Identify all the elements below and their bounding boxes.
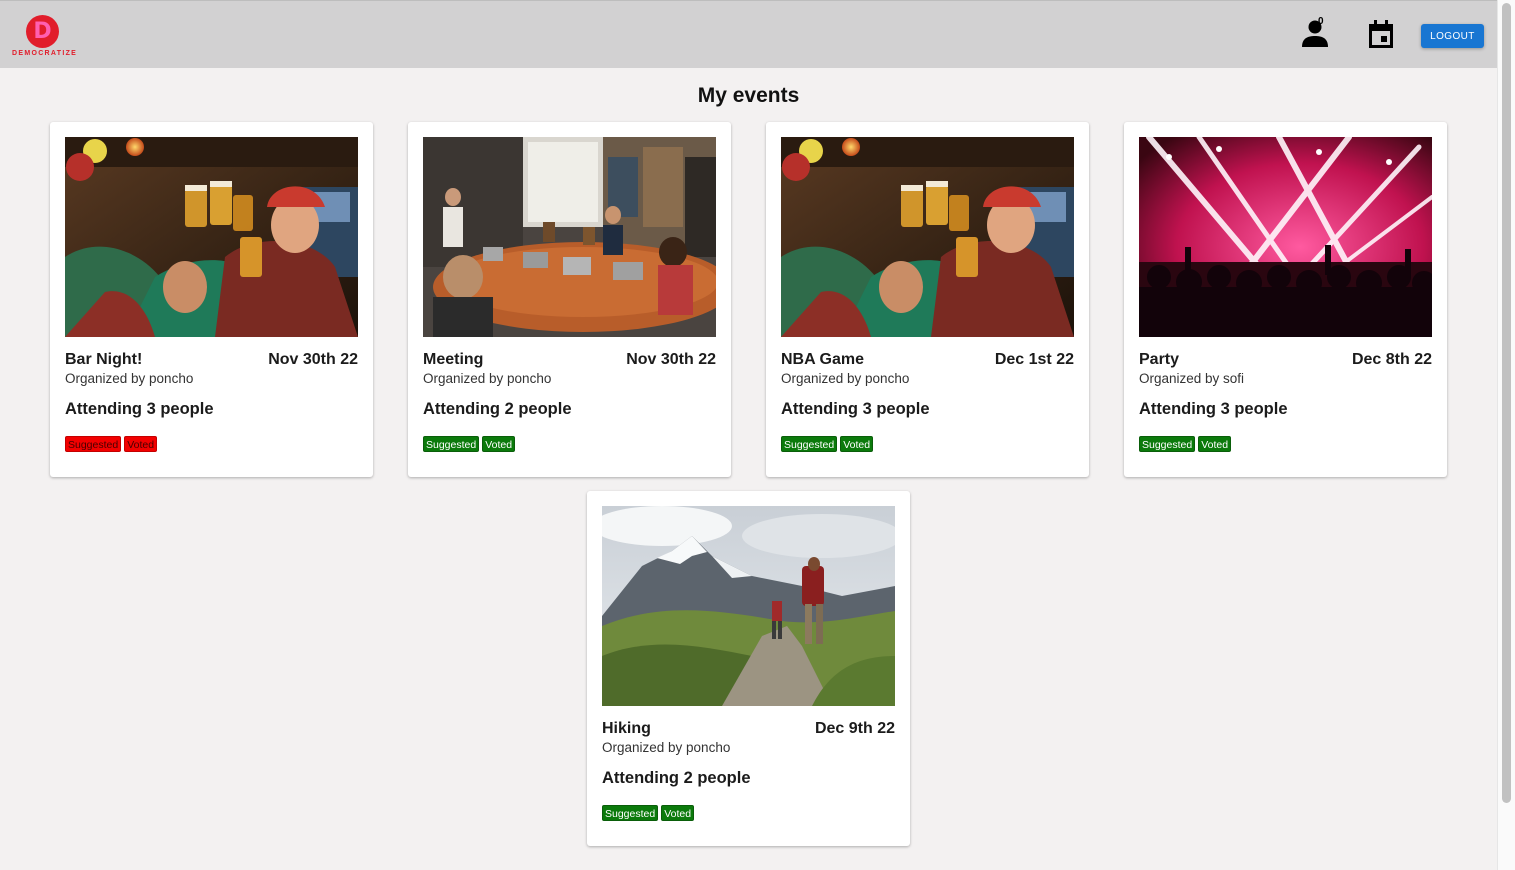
event-card[interactable]: Hiking Dec 9th 22 Organized by poncho Atten… [587, 491, 910, 846]
event-title: Bar Night! [65, 351, 143, 368]
event-date: Nov 30th 22 [268, 351, 358, 368]
voted-tag: Voted [1198, 436, 1232, 452]
app-header: D DEMOCRATIZE 0 LOGOUT [0, 0, 1497, 68]
logo-text: DEMOCRATIZE [12, 50, 78, 57]
voted-tag: Voted [661, 805, 695, 821]
event-image[interactable] [65, 137, 358, 337]
event-attending-count: Attending 2 people [602, 769, 751, 787]
suggested-tag: Suggested [781, 436, 838, 452]
suggested-tag: Suggested [423, 436, 480, 452]
event-organizer: Organized by sofi [1139, 371, 1245, 386]
event-organizer: Organized by poncho [602, 740, 731, 755]
event-date: Dec 1st 22 [994, 351, 1074, 368]
event-header-row: Party Dec 8th 22 [1139, 351, 1432, 371]
event-organizer: Organized by poncho [781, 371, 910, 386]
event-attending-count: Attending 3 people [1139, 400, 1288, 418]
event-date: Nov 30th 22 [626, 351, 716, 368]
event-title: Hiking [602, 720, 651, 737]
event-tags: Suggested Voted [65, 436, 158, 452]
event-title: Meeting [423, 351, 484, 368]
event-image[interactable] [1139, 137, 1432, 337]
notification-badge: 0 [1318, 16, 1324, 27]
voted-tag: Voted [840, 436, 874, 452]
suggested-tag: Suggested [602, 805, 659, 821]
scrollbar-thumb[interactable] [1502, 3, 1511, 803]
page: D DEMOCRATIZE 0 LOGOUT My events Bar Nig… [0, 0, 1497, 870]
event-header-row: Meeting Nov 30th 22 [423, 351, 716, 371]
voted-tag: Voted [482, 436, 516, 452]
calendar-icon [1369, 20, 1393, 48]
event-header-row: Bar Night! Nov 30th 22 [65, 351, 358, 371]
page-title: My events [697, 84, 800, 107]
event-card[interactable]: Bar Night! Nov 30th 22 Organized by poncho… [50, 122, 373, 477]
event-card[interactable]: Meeting Nov 30th 22 Organized by poncho Att… [408, 122, 731, 477]
event-tags: Suggested Voted [1139, 436, 1232, 452]
event-organizer: Organized by poncho [423, 371, 552, 386]
person-icon [1302, 20, 1328, 47]
profile-button[interactable] [1299, 17, 1331, 51]
event-date: Dec 9th 22 [814, 720, 895, 737]
event-attending-count: Attending 3 people [65, 400, 214, 418]
event-tags: Suggested Voted [602, 805, 695, 821]
event-title: NBA Game [781, 351, 864, 368]
event-image[interactable] [781, 137, 1074, 337]
democratize-logo[interactable]: D DEMOCRATIZE [12, 13, 76, 59]
event-tags: Suggested Voted [423, 436, 516, 452]
event-date: Dec 8th 22 [1351, 351, 1432, 368]
event-card[interactable]: Party Dec 8th 22 Organized by sofi Attendin… [1124, 122, 1447, 477]
voted-tag: Voted [124, 436, 158, 452]
event-image[interactable] [423, 137, 716, 337]
event-tags: Suggested Voted [781, 436, 874, 452]
calendar-button[interactable] [1365, 17, 1397, 51]
logo-letter: D [33, 19, 52, 44]
event-attending-count: Attending 3 people [781, 400, 930, 418]
event-organizer: Organized by poncho [65, 371, 194, 386]
event-image[interactable] [602, 506, 895, 706]
event-title: Party [1139, 351, 1180, 368]
logout-button[interactable]: LOGOUT [1421, 24, 1484, 48]
event-card[interactable]: NBA Game Dec 1st 22 Organized by poncho Att… [766, 122, 1089, 477]
suggested-tag: Suggested [65, 436, 122, 452]
event-attending-count: Attending 2 people [423, 400, 572, 418]
suggested-tag: Suggested [1139, 436, 1196, 452]
vertical-scrollbar[interactable] [1497, 0, 1515, 870]
event-header-row: Hiking Dec 9th 22 [602, 720, 895, 740]
event-header-row: NBA Game Dec 1st 22 [781, 351, 1074, 371]
